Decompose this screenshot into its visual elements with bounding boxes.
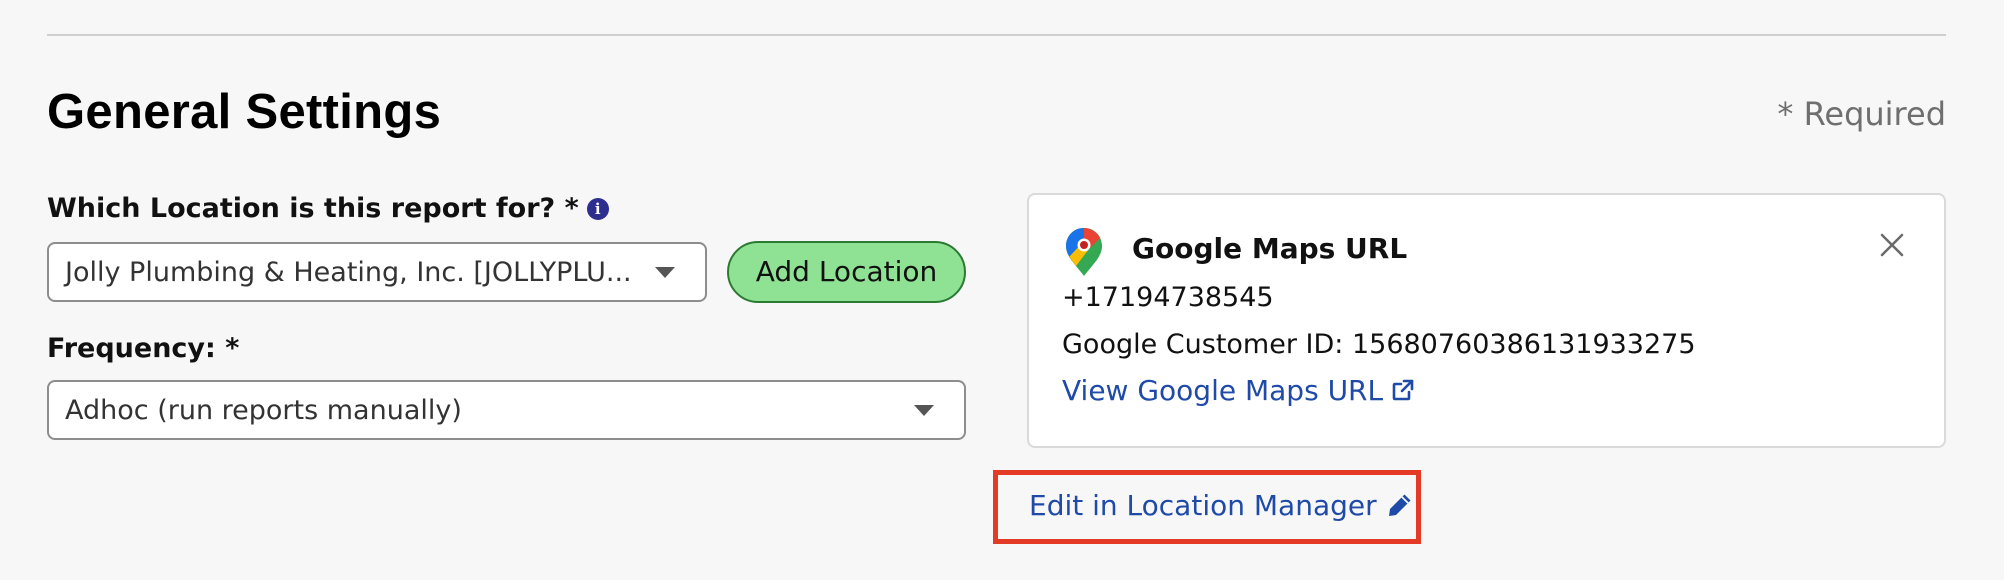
external-link-icon	[1392, 379, 1414, 401]
page-title: General Settings	[47, 85, 442, 139]
info-icon[interactable]: i	[586, 198, 609, 220]
close-icon[interactable]	[1878, 231, 1906, 259]
add-location-button[interactable]: Add Location	[727, 241, 966, 303]
location-card: Google Maps URL +17194738545 Google Cust…	[1027, 193, 1946, 448]
view-google-maps-url-label: View Google Maps URL	[1062, 374, 1384, 407]
required-note: * Required	[1777, 95, 1946, 133]
pencil-icon	[1388, 494, 1411, 516]
google-maps-pin-icon	[1066, 228, 1102, 276]
edit-in-location-manager-link[interactable]: Edit in Location Manager	[1029, 488, 1413, 524]
google-customer-id: Google Customer ID: 15680760386131933275	[1062, 329, 1696, 360]
location-field-label-text: Which Location is this report for? *	[47, 193, 579, 224]
frequency-select[interactable]: Adhoc (run reports manually)	[47, 380, 966, 440]
location-field-label: Which Location is this report for? * i	[47, 192, 609, 226]
edit-in-location-manager-label: Edit in Location Manager	[1029, 489, 1377, 522]
location-phone: +17194738545	[1062, 282, 1274, 313]
frequency-field-label: Frequency: *	[47, 333, 240, 364]
chevron-down-icon	[655, 267, 675, 278]
location-select-value: Jolly Plumbing & Heating, Inc. [JOLLYPLU…	[65, 257, 632, 288]
location-select[interactable]: Jolly Plumbing & Heating, Inc. [JOLLYPLU…	[47, 242, 707, 302]
top-divider	[47, 34, 1946, 36]
view-google-maps-url-link[interactable]: View Google Maps URL	[1062, 373, 1415, 409]
frequency-select-value: Adhoc (run reports manually)	[65, 395, 462, 426]
chevron-down-icon	[914, 405, 934, 416]
card-title: Google Maps URL	[1132, 232, 1408, 265]
